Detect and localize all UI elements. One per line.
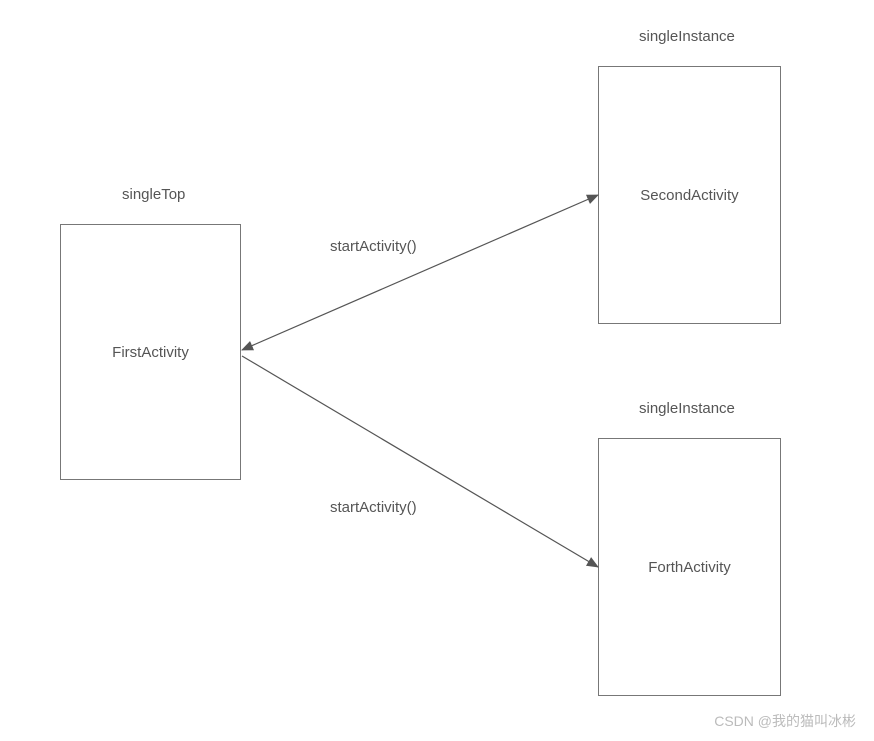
second-activity-box: SecondActivity (598, 66, 781, 324)
arrow-to-second-label: startActivity() (330, 238, 417, 255)
watermark: CSDN @我的猫叫冰彬 (714, 711, 856, 731)
first-activity-box: FirstActivity (60, 224, 241, 480)
first-activity-title: singleTop (122, 186, 185, 203)
arrow-first-second (242, 195, 598, 350)
second-activity-title: singleInstance (639, 28, 735, 45)
forth-activity-label: ForthActivity (648, 559, 731, 576)
second-activity-label: SecondActivity (640, 187, 738, 204)
arrow-to-forth-label: startActivity() (330, 499, 417, 516)
first-activity-label: FirstActivity (112, 344, 189, 361)
forth-activity-title: singleInstance (639, 400, 735, 417)
arrow-first-forth (242, 356, 598, 567)
forth-activity-box: ForthActivity (598, 438, 781, 696)
